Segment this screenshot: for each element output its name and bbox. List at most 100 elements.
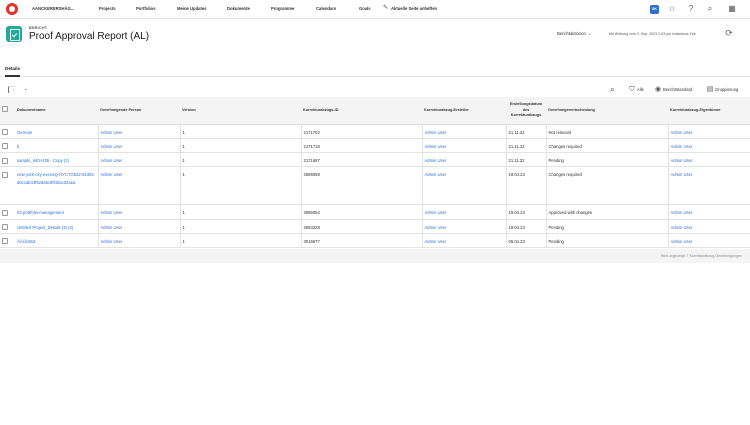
cell-link[interactable]: Admin User — [101, 144, 123, 149]
cell-link[interactable]: Admin User — [425, 239, 447, 244]
cell-link[interactable]: Admin User — [101, 158, 123, 163]
table-cell[interactable]: Admin User — [98, 204, 181, 220]
table-cell[interactable]: Admin User — [98, 166, 181, 206]
nav-goals[interactable]: Goals — [359, 6, 371, 11]
column-header[interactable]: Korrekturabzug-Ersteller — [422, 97, 506, 125]
row-select-cell[interactable] — [0, 204, 15, 220]
star-icon[interactable]: ☆ — [667, 4, 677, 14]
table-cell[interactable]: sample_640×426 - Copy (2) — [15, 152, 99, 168]
cell-link[interactable]: Admin User — [101, 239, 123, 244]
nav-portfolios[interactable]: Portfolios — [136, 6, 156, 11]
cell-link[interactable]: sample_640×426 - Copy (2) — [17, 158, 69, 163]
table-row[interactable]: ÄÄÜÜöüä Admin User 1 3016677 Admin User 06.04… — [0, 233, 750, 249]
row-checkbox[interactable] — [2, 157, 8, 164]
cell-link[interactable]: Admin User — [101, 210, 123, 215]
table-row[interactable]: Untitled Project_Details (3) (3) Admin Us… — [0, 219, 750, 234]
cell-link[interactable]: ÄÄÜÜöüä — [17, 239, 36, 244]
column-header[interactable]: Dokumentname — [15, 97, 98, 125]
cell-link[interactable]: Admin User — [671, 172, 693, 177]
pin-icon[interactable]: ✎ — [383, 5, 389, 11]
table-cell[interactable]: new-york-city-evening-NYCTG622-52492d6cc… — [15, 166, 99, 206]
bulk-select-dropdown[interactable]: ↓ ⌄ — [8, 85, 29, 94]
apps-grid-icon[interactable]: ▦ — [727, 4, 737, 14]
tab-details[interactable]: Details — [5, 66, 21, 77]
table-cell[interactable]: Admin User — [422, 124, 507, 139]
table-cell[interactable]: Admin User — [98, 138, 181, 154]
table-cell[interactable]: Admin User — [668, 204, 750, 220]
cell-link[interactable]: Admin User — [671, 225, 693, 230]
search-icon[interactable]: ⌕ — [610, 84, 620, 94]
nav-calendars[interactable]: Calendars — [316, 6, 336, 11]
cell-link[interactable]: Admin User — [425, 144, 447, 149]
table-cell[interactable]: ÄÄÜÜöüä — [15, 233, 99, 249]
cell-link[interactable]: Admin User — [425, 158, 447, 163]
row-select-cell[interactable] — [0, 219, 15, 234]
table-cell[interactable]: Admin User — [422, 204, 507, 220]
help-icon[interactable]: ? — [686, 4, 696, 14]
nav-my-updates[interactable]: Meine Updates — [177, 6, 207, 11]
cell-link[interactable]: Admin User — [101, 225, 123, 230]
cell-link[interactable]: Admin User — [101, 172, 123, 177]
table-cell[interactable]: Admin User — [668, 124, 750, 139]
cell-link[interactable]: Admin User — [671, 239, 693, 244]
table-cell[interactable]: Admin User — [98, 219, 181, 234]
table-cell[interactable]: Admin User — [668, 152, 750, 168]
table-cell[interactable]: 02-portfolio-management — [15, 204, 99, 220]
cell-link[interactable]: Admin User — [671, 158, 693, 163]
table-row[interactable]: German Admin User 1 2171702 Admin User 21.11.… — [0, 124, 750, 139]
table-cell[interactable]: Admin User — [668, 138, 750, 154]
table-cell[interactable]: Admin User — [668, 166, 750, 206]
cell-link[interactable]: new-york-city-evening-NYCTG622-52492d6cc… — [17, 172, 94, 185]
column-header[interactable]: Version — [180, 97, 301, 125]
refresh-icon[interactable]: ⟳ — [724, 28, 734, 38]
row-select-cell[interactable] — [0, 124, 15, 139]
row-checkbox[interactable] — [2, 129, 8, 135]
nav-documents[interactable]: Dokumente — [227, 6, 250, 11]
select-all-checkbox[interactable] — [2, 106, 8, 113]
row-checkbox[interactable] — [2, 171, 8, 178]
row-select-cell[interactable] — [0, 138, 15, 154]
table-cell[interactable]: Admin User — [668, 219, 750, 234]
row-checkbox[interactable] — [2, 238, 8, 245]
nav-org-name[interactable]: AANCKERERSHÄG... — [32, 6, 74, 11]
table-row[interactable]: new-york-city-evening-NYCTG622-52492d6cc… — [0, 166, 750, 206]
cell-link[interactable]: Admin User — [671, 210, 693, 215]
table-cell[interactable]: German — [15, 124, 99, 139]
row-select-cell[interactable] — [0, 233, 15, 249]
table-cell[interactable]: Admin User — [422, 152, 507, 168]
table-cell[interactable]: Admin User — [668, 233, 750, 249]
table-cell[interactable]: Admin User — [422, 138, 507, 154]
view-button[interactable]: ◉ Berichtstandard — [654, 85, 692, 94]
table-row[interactable]: sample_640×426 - Copy (2) Admin User 1 2171… — [0, 152, 750, 168]
cell-link[interactable]: Admin User — [425, 210, 447, 215]
cell-link[interactable]: German — [17, 130, 32, 135]
table-cell[interactable]: Admin User — [422, 233, 507, 249]
filter-button[interactable]: ⛉ Alle — [628, 85, 644, 94]
cell-link[interactable]: Admin User — [425, 130, 447, 135]
row-checkbox[interactable] — [2, 209, 8, 216]
table-cell[interactable]: Untitled Project_Details (3) (3) — [15, 219, 99, 234]
cell-link[interactable]: 02-portfolio-management — [17, 210, 64, 215]
table-cell[interactable]: Admin User — [422, 166, 507, 206]
cell-link[interactable]: Admin User — [671, 130, 693, 135]
column-header[interactable]: Korrekturabzug-Eigentümer — [668, 97, 750, 125]
table-cell[interactable]: Admin User — [98, 152, 181, 168]
search-icon[interactable]: ⌕ — [705, 4, 715, 14]
table-row[interactable]: b Admin User 1 2171718 Admin User 21.11.22 Cha… — [0, 138, 750, 154]
grouping-button[interactable]: ▤ Gruppierung — [706, 85, 739, 94]
cell-link[interactable]: b — [17, 144, 19, 149]
row-select-cell[interactable] — [0, 166, 15, 206]
nav-programs[interactable]: Programme — [271, 6, 294, 11]
column-header[interactable]: Erstellungsdatum des Korrekturabzugs — [506, 97, 546, 125]
cell-link[interactable]: Admin User — [101, 130, 123, 135]
pin-current-page[interactable]: Aktuelle Seite anheften — [391, 6, 437, 11]
column-header[interactable]: Genehmigerentscheidung — [546, 97, 668, 125]
table-cell[interactable]: Admin User — [98, 233, 181, 249]
cell-link[interactable]: Admin User — [671, 144, 693, 149]
cell-link[interactable]: Untitled Project_Details (3) (3) — [17, 225, 73, 230]
table-cell[interactable]: Admin User — [422, 219, 507, 234]
column-header[interactable]: Genehmigende Person — [98, 97, 180, 125]
workfront-logo-icon[interactable] — [6, 3, 18, 15]
table-row[interactable]: 02-portfolio-management Admin User 1 308605… — [0, 204, 750, 220]
avatar[interactable]: SK — [650, 5, 659, 14]
